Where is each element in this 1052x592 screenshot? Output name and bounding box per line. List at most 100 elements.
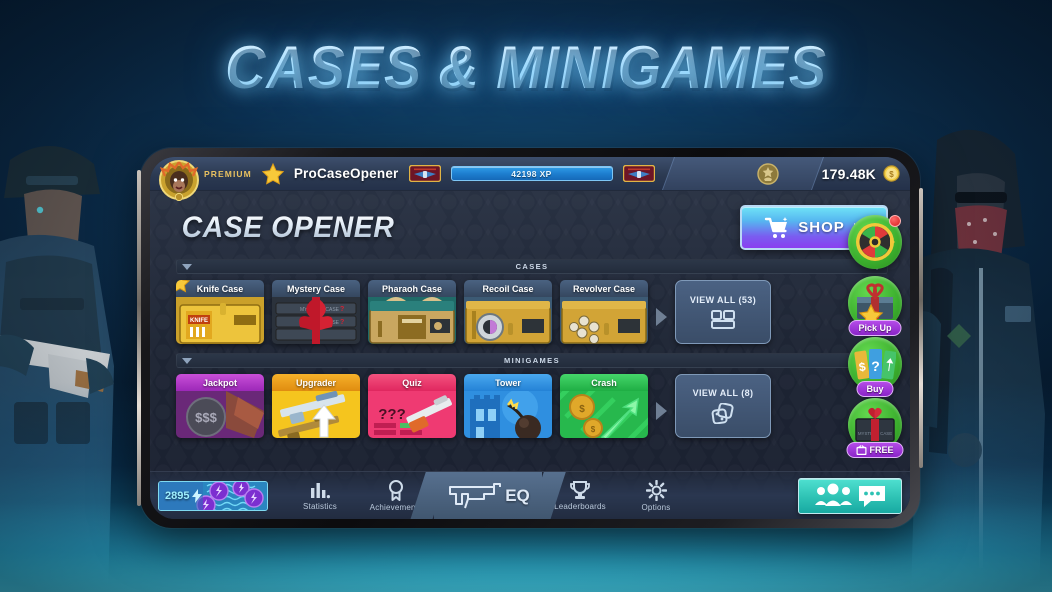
lightning-icon [192, 488, 203, 503]
minigame-card-art-tower [464, 391, 552, 438]
currency-panel[interactable]: 179.48K $ [756, 157, 910, 190]
cases-card-list: Knife Case KNIFE Mystery Case CASE ? ? P… [176, 280, 648, 344]
nav-label-leaderboards: Leaderboards [554, 502, 606, 511]
cases-section: CASES Knife Case KNIFE Mystery Case CASE… [176, 259, 888, 344]
free-case-icon: MYSTERY CASE [855, 407, 895, 442]
minigame-card-jackpot[interactable]: Jackpot $$$ [176, 374, 264, 438]
card-shop-tag[interactable]: Buy [856, 381, 894, 397]
xp-value: 42198 XP [511, 168, 552, 179]
cases-row: Knife Case KNIFE Mystery Case CASE ? ? P… [176, 280, 888, 344]
minigame-card-quiz[interactable]: Quiz ??? [368, 374, 456, 438]
minigame-card-art-quiz: ??? [368, 391, 456, 438]
minigame-card-crash[interactable]: Crash $ $ [560, 374, 648, 438]
dice-icon [711, 403, 734, 424]
top-bar: PREMIUM ProCaseOpener 42198 XP 179.48K $ [150, 157, 910, 201]
case-card-art-mystery: MYSTERY CASE MYSTERY CASE ? ? [272, 297, 360, 344]
case-card-art-knife: KNIFE [176, 297, 264, 344]
case-card-title: Revolver Case [560, 280, 648, 297]
wheel-of-fortune-button[interactable] [848, 215, 902, 269]
gear-icon [645, 479, 667, 501]
nav-label-statistics: Statistics [302, 501, 337, 511]
case-card-art-pharaoh [368, 297, 456, 344]
energy-value: 2895 [165, 489, 190, 502]
minigame-card-title: Jackpot [176, 374, 264, 391]
minigames-row: Jackpot $$$ Upgrader Quiz ??? Tower Cras… [176, 374, 888, 438]
free-case-tag-label: FREE [869, 445, 894, 455]
minigames-section: MINIGAMES Jackpot $$$ Upgrader Quiz ??? … [176, 353, 888, 438]
xp-bar: 42198 XP [450, 166, 613, 181]
minigame-card-upgrader[interactable]: Upgrader [272, 374, 360, 438]
case-card-title: Mystery Case [272, 280, 360, 297]
daily-gift-tag[interactable]: Pick Up [848, 320, 902, 336]
notification-badge [889, 215, 901, 227]
free-case-button[interactable]: MYSTERY CASE FREE [846, 398, 904, 458]
phone-screen: PREMIUM ProCaseOpener 42198 XP 179.48K $… [150, 157, 910, 519]
minigame-card-tower[interactable]: Tower [464, 374, 552, 438]
minigame-card-title: Upgrader [272, 374, 360, 391]
nav-item-options[interactable]: Options [618, 479, 694, 512]
minigames-view-all-button[interactable]: VIEW ALL (8) [675, 374, 771, 438]
svg-text:$: $ [889, 170, 894, 179]
nav-item-eq[interactable]: EQ [434, 471, 542, 519]
svg-text:?: ? [871, 358, 880, 374]
page-title: CASE OPENER [181, 210, 395, 244]
premium-label: PREMIUM [204, 168, 252, 179]
card-shop-button[interactable]: $ ? Buy [848, 337, 902, 397]
case-card-knife[interactable]: Knife Case KNIFE [176, 280, 264, 344]
minigames-collapse-left-icon[interactable] [182, 357, 192, 364]
svg-text:?: ? [340, 306, 344, 313]
page-headline: CASES & MINIGAMES [37, 33, 1015, 102]
case-card-art-revolver [560, 297, 648, 344]
case-card-art-recoil [464, 297, 552, 344]
trophy-icon [570, 481, 590, 499]
cases-next-arrow-icon[interactable] [656, 308, 667, 326]
svg-text:KNIFE: KNIFE [190, 318, 208, 324]
case-card-pharaoh[interactable]: Pharaoh Case [368, 280, 456, 344]
daily-gift-button[interactable]: Pick Up [848, 276, 902, 336]
bar-chart-icon [311, 482, 330, 498]
chat-bubble-icon [858, 485, 885, 507]
minigames-section-label: MINIGAMES [504, 356, 560, 365]
case-card-title: Pharaoh Case [368, 280, 456, 297]
cases-collapse-left-icon[interactable] [182, 263, 192, 270]
username: ProCaseOpener [293, 166, 399, 181]
case-card-mystery[interactable]: Mystery Case MYSTERY CASE MYSTERY CASE ? [272, 280, 360, 344]
friends-chat-button[interactable] [798, 477, 902, 514]
minigame-card-art-jackpot: $$$ [176, 391, 264, 438]
level-star-icon [261, 162, 284, 185]
nav-label-options: Options [641, 502, 671, 512]
rank-badge-icon-secondary [622, 165, 655, 182]
svg-text:$$$: $$$ [195, 410, 217, 425]
minigame-card-art-upgrader [272, 391, 360, 438]
currency-amount: 179.48K [821, 165, 876, 182]
svg-text:$: $ [579, 404, 585, 415]
nav-item-statistics[interactable]: Statistics [282, 481, 358, 511]
minigames-next-arrow-icon[interactable] [656, 402, 667, 420]
svg-text:$: $ [591, 425, 596, 434]
svg-text:?: ? [340, 319, 344, 326]
page-header: CASE OPENER SHOP [150, 191, 910, 250]
nav-label-eq: EQ [505, 485, 530, 505]
case-card-recoil[interactable]: Recoil Case [464, 280, 552, 344]
cards-icon: $ ? [854, 349, 896, 380]
favorite-star-icon [176, 280, 190, 293]
tv-icon [856, 445, 867, 455]
shop-label: SHOP [798, 219, 845, 236]
cart-icon [765, 216, 788, 238]
cases-section-label: CASES [515, 262, 549, 271]
free-case-tag[interactable]: FREE [846, 442, 904, 458]
case-card-revolver[interactable]: Revolver Case [560, 280, 648, 344]
minigame-card-title: Crash [560, 374, 648, 391]
minigames-card-list: Jackpot $$$ Upgrader Quiz ??? Tower Cras… [176, 374, 648, 438]
minigames-view-all-label: VIEW ALL (8) [692, 388, 754, 398]
case-card-title: Recoil Case [464, 280, 552, 297]
energy-counter[interactable]: 2895 [158, 480, 268, 511]
medal-icon [389, 479, 403, 501]
cases-view-all-button[interactable]: VIEW ALL (53) [675, 280, 771, 344]
minigame-card-title: Tower [464, 374, 552, 391]
bottom-navigation: 2895 Statistics Achievements EQ Leaderbo… [150, 471, 910, 519]
clan-emblem-icon [756, 162, 779, 185]
rank-badge-icon [408, 165, 441, 182]
player-avatar[interactable] [158, 159, 200, 201]
cases-view-all-label: VIEW ALL (53) [689, 295, 757, 305]
